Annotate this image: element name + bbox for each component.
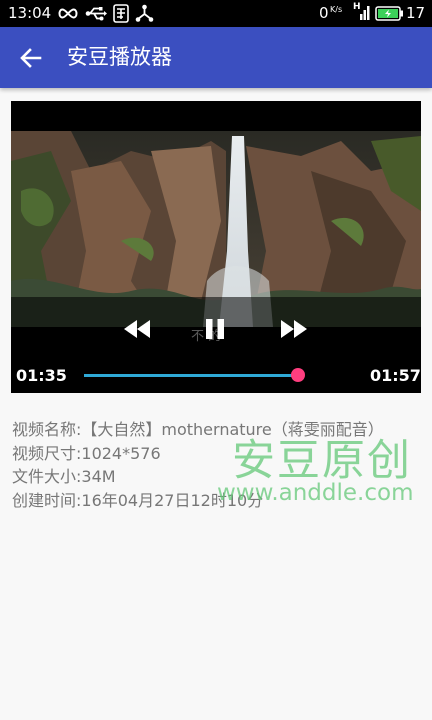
arrow-left-icon bbox=[20, 48, 42, 68]
seek-bar[interactable] bbox=[84, 374, 298, 377]
status-time: 13:04 bbox=[8, 4, 52, 22]
back-button[interactable] bbox=[12, 39, 50, 77]
app-notification-icon bbox=[113, 4, 129, 23]
battery-icon bbox=[375, 6, 403, 21]
network-unit: K/s bbox=[330, 5, 343, 14]
usb-icon bbox=[85, 7, 107, 21]
network-speed: 0 bbox=[319, 4, 329, 22]
subtitle-text: 不 的 bbox=[191, 329, 222, 344]
seek-thumb[interactable] bbox=[291, 368, 305, 382]
page-title: 安豆播放器 bbox=[67, 45, 172, 69]
rewind-icon[interactable] bbox=[122, 319, 152, 339]
video-player[interactable]: 不 的 01:35 01:57 bbox=[11, 101, 421, 393]
share-icon bbox=[135, 4, 154, 22]
controls-overlay bbox=[11, 297, 421, 393]
total-time: 01:57 bbox=[370, 366, 421, 385]
infinity-icon bbox=[58, 8, 78, 19]
signal-icon bbox=[360, 6, 370, 20]
watermark-title: 安豆原创 bbox=[232, 436, 412, 486]
current-time: 01:35 bbox=[16, 366, 67, 385]
watermark-url: www.anddle.com bbox=[217, 480, 414, 506]
app-bar: 安豆播放器 bbox=[0, 27, 432, 88]
status-bar: 13:04 0 K/s H 17 bbox=[0, 0, 432, 27]
battery-level: 17 bbox=[406, 4, 426, 22]
fast-forward-icon[interactable] bbox=[279, 319, 309, 339]
